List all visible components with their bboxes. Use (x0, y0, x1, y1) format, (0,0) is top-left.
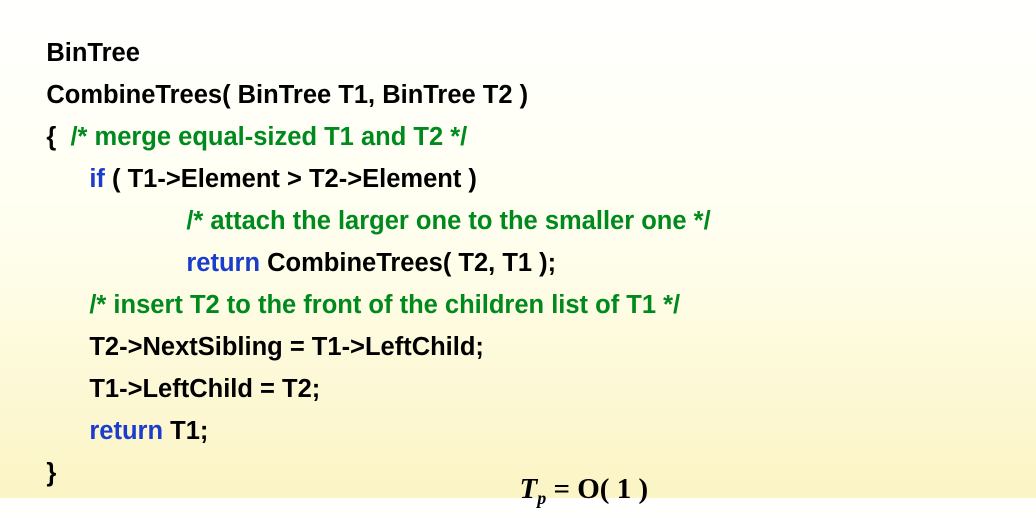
code-keyword: if (89, 165, 105, 193)
formula-variable: T (519, 473, 538, 505)
code-line-next-sibling: T2->NextSibling = T1->LeftChild; (61, 302, 484, 361)
code-line-insert-comment: /* insert T2 to the front of the childre… (61, 260, 680, 319)
code-line-open-brace: { /* merge equal-sized T1 and T2 */ (18, 92, 467, 151)
code-line-left-child: T1->LeftChild = T2; (61, 344, 320, 403)
code-line-attach-comment: /* attach the larger one to the smaller … (158, 176, 710, 235)
code-line-return-t1: return T1; (61, 386, 208, 445)
formula-subscript: p (537, 488, 547, 508)
code-text: } (46, 459, 57, 487)
formula-rhs: = O( 1 ) (546, 473, 649, 505)
code-line-if: if ( T1->Element > T2->Element ) (61, 134, 477, 193)
code-line-signature: CombineTrees( BinTree T1, BinTree T2 ) (18, 50, 528, 109)
code-line-return-type: BinTree (18, 8, 140, 67)
code-line-close-brace: } (18, 428, 56, 487)
code-keyword: return (89, 417, 164, 445)
complexity-formula: Tp = O( 1 ) (505, 440, 649, 509)
code-text: T1; (163, 417, 209, 445)
code-line-return-combine: return CombineTrees( T2, T1 ); (158, 218, 556, 277)
